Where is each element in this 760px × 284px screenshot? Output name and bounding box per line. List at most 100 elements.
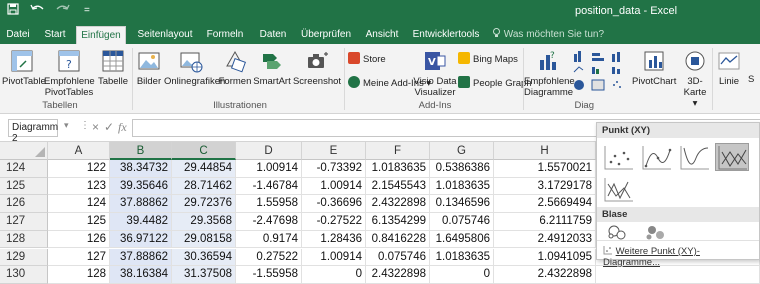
save-icon[interactable] (7, 3, 19, 18)
table-cell[interactable]: -0.73392 (302, 160, 366, 178)
table-cell[interactable]: 0.075746 (430, 213, 494, 231)
table-cell[interactable]: 29.44854 (172, 160, 236, 178)
scatter-option[interactable] (601, 143, 635, 171)
redo-icon[interactable] (56, 3, 70, 18)
table-cell[interactable]: 1.55958 (236, 195, 302, 214)
online-pictures-button[interactable]: Onlinegrafiken (164, 48, 225, 87)
table-cell[interactable]: 122 (48, 160, 110, 178)
table-cell[interactable]: 123 (48, 177, 110, 196)
table-cell[interactable]: 39.35646 (110, 177, 172, 196)
row-header[interactable]: 129 (0, 248, 48, 267)
name-box-dropdown-icon[interactable]: ▾ (64, 120, 69, 131)
table-cell[interactable]: -2.47698 (236, 213, 302, 231)
table-cell[interactable]: 36.97122 (110, 230, 172, 249)
row-header[interactable]: 127 (0, 213, 48, 231)
table-cell[interactable]: 30.36594 (172, 248, 236, 267)
table-cell[interactable]: 0.8416228 (366, 230, 430, 249)
tab-einfuegen[interactable]: Einfügen (76, 26, 126, 44)
recommended-pivottables-button[interactable]: ? Empfohlene PivotTables (44, 48, 95, 98)
chart-type-gallery[interactable] (572, 50, 632, 94)
table-cell[interactable]: 127 (48, 248, 110, 267)
table-cell[interactable]: -1.46784 (236, 177, 302, 196)
store-button[interactable]: Store (348, 52, 386, 65)
table-cell[interactable]: 1.28436 (302, 230, 366, 249)
table-cell[interactable]: 0 (302, 266, 366, 284)
table-cell[interactable]: 2.4322898 (366, 266, 430, 284)
pivotchart-button[interactable]: PivotChart (632, 48, 676, 87)
more-scatter-charts-link[interactable]: Weitere Punkt (XY)-Diagramme... (597, 240, 759, 268)
table-cell[interactable]: 2.4322898 (366, 195, 430, 214)
column-header-b[interactable]: B (110, 142, 172, 160)
tab-ueberpruefen[interactable]: Überprüfen (298, 26, 354, 44)
table-cell[interactable]: 1.0183635 (430, 177, 494, 196)
scatter-smooth-lines-option[interactable] (677, 143, 711, 171)
table-cell[interactable]: 1.0183635 (366, 160, 430, 178)
3d-map-button[interactable]: 3D- Karte ▾ (680, 48, 710, 109)
table-cell[interactable]: 38.16384 (110, 266, 172, 284)
table-cell[interactable]: 2.5669494 (494, 195, 596, 214)
tab-ansicht[interactable]: Ansicht (362, 26, 402, 44)
select-all-corner[interactable] (0, 142, 48, 160)
tab-formeln[interactable]: Formeln (204, 26, 246, 44)
table-cell[interactable]: 124 (48, 195, 110, 214)
table-cell[interactable]: 128 (48, 266, 110, 284)
table-cell[interactable]: 29.72376 (172, 195, 236, 214)
table-cell[interactable] (596, 266, 760, 284)
table-cell[interactable]: 0.9174 (236, 230, 302, 249)
sparkline-line-button[interactable]: Linie (714, 48, 744, 87)
tab-datei[interactable]: Datei (4, 26, 32, 44)
cancel-icon[interactable]: × (92, 120, 99, 134)
table-cell[interactable]: -0.36696 (302, 195, 366, 214)
table-cell[interactable]: 1.00914 (302, 177, 366, 196)
scatter-straight-markers-option[interactable] (715, 143, 749, 171)
recommended-charts-button[interactable]: ? Empfohlene Diagramme (524, 48, 575, 98)
sparkline-column-button[interactable]: S (748, 74, 760, 85)
confirm-icon[interactable]: ✓ (104, 120, 114, 134)
table-cell[interactable]: 1.00914 (302, 248, 366, 267)
table-cell[interactable]: 0.075746 (366, 248, 430, 267)
table-cell[interactable]: 28.71462 (172, 177, 236, 196)
tab-start[interactable]: Start (38, 26, 72, 44)
row-header[interactable]: 126 (0, 195, 48, 214)
column-header-c[interactable]: C (172, 142, 236, 160)
tab-seitenlayout[interactable]: Seitenlayout (134, 26, 196, 44)
bubble-3d-option[interactable] (639, 223, 673, 241)
people-graph-button[interactable]: People Graph (458, 76, 532, 89)
table-cell[interactable]: 0.5386386 (430, 160, 494, 178)
screenshot-button[interactable]: Screenshot (292, 48, 342, 87)
scatter-straight-lines-option[interactable] (601, 175, 635, 203)
table-cell[interactable]: 1.0941095 (494, 248, 596, 267)
table-cell[interactable]: 37.88862 (110, 248, 172, 267)
table-cell[interactable]: 2.4912033 (494, 230, 596, 249)
table-cell[interactable]: 6.1354299 (366, 213, 430, 231)
table-cell[interactable]: 6.2111759 (494, 213, 596, 231)
row-header[interactable]: 128 (0, 230, 48, 249)
table-cell[interactable]: -1.55958 (236, 266, 302, 284)
table-cell[interactable]: 31.37508 (172, 266, 236, 284)
pictures-button[interactable]: Bilder (134, 48, 164, 87)
bing-maps-button[interactable]: Bing Maps (458, 52, 518, 65)
table-cell[interactable]: 0 (430, 266, 494, 284)
column-header-f[interactable]: F (366, 142, 430, 160)
name-box[interactable]: Diagramm 2 (8, 119, 58, 144)
table-cell[interactable]: 29.08158 (172, 230, 236, 249)
smartart-button[interactable]: SmartArt (250, 48, 294, 87)
tell-me-box[interactable]: Was möchten Sie tun? (492, 26, 612, 44)
table-cell[interactable]: 2.1545543 (366, 177, 430, 196)
column-header-g[interactable]: G (430, 142, 494, 160)
table-cell[interactable]: 3.1729178 (494, 177, 596, 196)
tab-daten[interactable]: Daten (256, 26, 290, 44)
tab-entwicklertools[interactable]: Entwicklertools (410, 26, 482, 44)
insert-function-icon[interactable]: fx (118, 120, 127, 135)
column-header-a[interactable]: A (48, 142, 110, 160)
table-button[interactable]: Tabelle (96, 48, 130, 87)
visio-data-visualizer-button[interactable]: V Visio Data Visualizer (410, 48, 460, 98)
table-cell[interactable]: 37.88862 (110, 195, 172, 214)
table-cell[interactable]: 126 (48, 230, 110, 249)
table-cell[interactable]: 0.27522 (236, 248, 302, 267)
table-cell[interactable]: 38.34732 (110, 160, 172, 178)
row-header[interactable]: 124 (0, 160, 48, 178)
column-header-d[interactable]: D (236, 142, 302, 160)
table-cell[interactable]: 1.0183635 (430, 248, 494, 267)
table-cell[interactable]: 1.5570021 (494, 160, 596, 178)
